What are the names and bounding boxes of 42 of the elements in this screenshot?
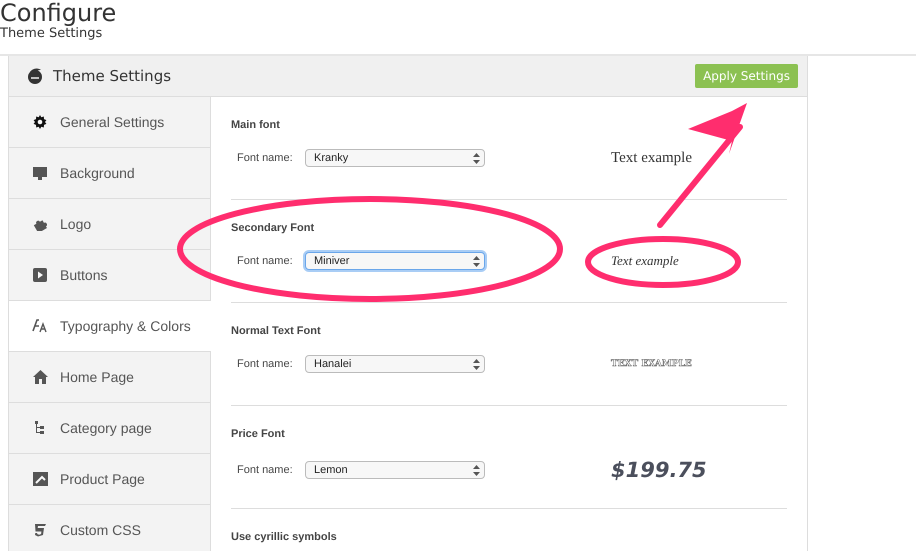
stepper-icon [473,256,480,266]
font-select[interactable]: Kranky [305,149,485,167]
gear-icon [33,115,47,129]
font-select[interactable]: Lemon [305,461,485,479]
field-label: Font name: [237,358,294,370]
theme-icon [27,68,43,84]
tree-icon [34,421,46,435]
monitor-icon [33,166,47,180]
sidebar-item[interactable]: Home Page [9,352,210,403]
sidebar-item[interactable]: Buttons [9,250,210,301]
sidebar-item[interactable]: Logo [9,199,210,250]
sidebar-item[interactable]: Product Page [9,454,210,505]
stepper-icon [473,464,480,476]
home-icon [32,370,48,384]
text-preview: Text example [611,253,679,269]
section-title: Price Font [231,428,285,440]
section-title: Main font [231,119,280,131]
text-preview: TEXT EXAMPLE [611,359,692,369]
field-label: Font name: [237,255,294,267]
image-icon [32,472,48,486]
sidebar-item[interactable]: Background [9,148,210,199]
field-label: Font name: [237,152,294,164]
sidebar-item[interactable]: General Settings [9,97,210,148]
font-select[interactable]: Hanalei [305,355,485,373]
stepper-icon [473,358,480,370]
font-icon [32,319,48,333]
sidebar-item[interactable]: Typography & Colors [9,301,211,352]
sidebar-item[interactable]: Custom CSS [9,505,210,551]
page-subtitle: Theme Settings [0,26,102,42]
font-select[interactable]: Miniver [305,252,485,270]
field-label: Font name: [237,464,294,476]
text-preview: Text example [611,150,692,166]
text-preview: $199.75 [611,458,707,482]
page-title: Configure [0,0,116,26]
section-title: Secondary Font [231,222,314,234]
section-title: Use cyrillic symbols [231,531,337,543]
play-icon [33,268,47,282]
section-title: Normal Text Font [231,325,321,337]
stepper-icon [473,152,480,164]
panel-title: Theme Settings [53,67,172,85]
css-icon [34,523,46,537]
sidebar-item[interactable]: Category page [9,403,210,454]
